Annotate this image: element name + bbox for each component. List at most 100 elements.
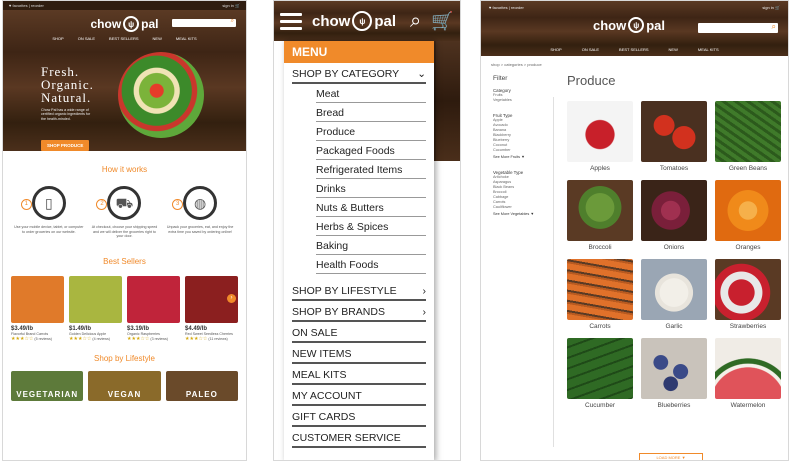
product-name[interactable]: Cucumber: [567, 402, 633, 409]
menu-category-item[interactable]: Packaged Foods: [316, 141, 426, 160]
see-more-fruits-button[interactable]: See More Fruits ▼: [493, 155, 553, 160]
product-image[interactable]: [641, 101, 707, 162]
lifestyle-card[interactable]: VEGETARIAN: [11, 370, 84, 401]
heart-icon[interactable]: ♥: [489, 5, 491, 10]
nav-new[interactable]: NEW: [669, 47, 678, 52]
search-input[interactable]: ⌕: [172, 18, 236, 27]
menu-category-item[interactable]: Produce: [316, 122, 426, 141]
product-name[interactable]: Garlic: [641, 323, 707, 330]
nav-on-sale[interactable]: ON SALE: [582, 47, 599, 52]
product-image[interactable]: [641, 338, 707, 399]
product-image[interactable]: [567, 259, 633, 320]
menu-customer-service[interactable]: CUSTOMER SERVICE: [292, 427, 426, 448]
favorites-link[interactable]: favorites: [493, 5, 508, 10]
product-card[interactable]: $3.19/lb Organic Raspberries ★★★☆☆ (3 revi…: [127, 275, 180, 342]
nav-new[interactable]: NEW: [153, 36, 162, 41]
product-tile[interactable]: Tomatoes: [641, 101, 707, 172]
search-icon[interactable]: ⌕: [231, 18, 234, 25]
product-name[interactable]: Apples: [567, 165, 633, 172]
hamburger-icon[interactable]: [280, 12, 302, 30]
product-name[interactable]: Onions: [641, 244, 707, 251]
menu-gift-cards[interactable]: GIFT CARDS: [292, 406, 426, 427]
product-tile[interactable]: Blueberries: [641, 338, 707, 409]
product-image[interactable]: [69, 275, 122, 323]
product-tile[interactable]: Cucumber: [567, 338, 633, 409]
reorder-link[interactable]: reorder: [31, 3, 44, 8]
product-name[interactable]: Broccoli: [567, 244, 633, 251]
nav-meal-kits[interactable]: MEAL KITS: [176, 36, 197, 41]
cart-icon[interactable]: 🛒: [431, 11, 453, 32]
product-image[interactable]: [715, 259, 781, 320]
favorites-link[interactable]: favorites: [13, 3, 28, 8]
product-name[interactable]: Green Beans: [715, 165, 781, 172]
search-icon[interactable]: ⌕: [772, 22, 776, 32]
filter-option[interactable]: Vegetables: [493, 98, 553, 103]
search-icon[interactable]: ⌕: [410, 10, 421, 33]
product-tile[interactable]: Garlic: [641, 259, 707, 330]
cart-icon[interactable]: 🛒: [775, 5, 780, 10]
logo[interactable]: chow ψ pal: [593, 17, 665, 33]
product-name[interactable]: Carrots: [567, 323, 633, 330]
product-tile[interactable]: Watermelon: [715, 338, 781, 409]
product-tile[interactable]: Green Beans: [715, 101, 781, 172]
menu-meal-kits[interactable]: MEAL KITS: [292, 364, 426, 385]
product-tile[interactable]: Broccoli: [567, 180, 633, 251]
nav-best-sellers[interactable]: BEST SELLERS: [619, 47, 649, 52]
menu-category-item[interactable]: Herbs & Spices: [316, 217, 426, 236]
product-tile[interactable]: Onions: [641, 180, 707, 251]
signin-link[interactable]: sign in: [762, 5, 774, 10]
menu-my-account[interactable]: MY ACCOUNT: [292, 385, 426, 406]
product-image[interactable]: [715, 180, 781, 241]
menu-category-item[interactable]: Nuts & Butters: [316, 198, 426, 217]
product-image[interactable]: [567, 338, 633, 399]
nav-on-sale[interactable]: ON SALE: [78, 36, 95, 41]
nav-shop[interactable]: SHOP: [550, 47, 561, 52]
cart-icon[interactable]: 🛒: [235, 3, 240, 8]
signin-link[interactable]: sign in: [222, 3, 234, 8]
product-image[interactable]: [715, 101, 781, 162]
product-name[interactable]: Watermelon: [715, 402, 781, 409]
product-name[interactable]: Oranges: [715, 244, 781, 251]
breadcrumb[interactable]: shop > categories > produce: [481, 56, 788, 73]
nav-meal-kits[interactable]: MEAL KITS: [698, 47, 719, 52]
menu-category-item[interactable]: Bread: [316, 103, 426, 122]
menu-category-item[interactable]: Drinks: [316, 179, 426, 198]
menu-category-item[interactable]: Health Foods: [316, 255, 426, 274]
product-tile[interactable]: Apples: [567, 101, 633, 172]
menu-shop-by-brands[interactable]: SHOP BY BRANDS ›: [292, 301, 426, 322]
search-input[interactable]: ⌕: [698, 22, 778, 33]
product-card[interactable]: $1.49/lb Golden Delicious Apple ★★★☆☆ (4 r…: [69, 275, 122, 342]
nav-best-sellers[interactable]: BEST SELLERS: [109, 36, 139, 41]
see-more-vegetables-button[interactable]: See More Vegetables ▼: [493, 212, 553, 217]
filter-option[interactable]: Cucumber: [493, 148, 553, 153]
product-image[interactable]: ›: [185, 275, 238, 323]
product-card[interactable]: › $4.49/lb Red Sweet Seedless Cherries ★★★☆…: [185, 275, 238, 342]
logo[interactable]: chow ψ pal: [312, 11, 396, 31]
product-name[interactable]: Tomatoes: [641, 165, 707, 172]
shop-produce-button[interactable]: SHOP PRODUCE: [41, 140, 90, 151]
product-name[interactable]: Blueberries: [641, 402, 707, 409]
menu-new-items[interactable]: NEW ITEMS: [292, 343, 426, 364]
menu-on-sale[interactable]: ON SALE: [292, 322, 426, 343]
lifestyle-card[interactable]: VEGAN: [88, 370, 161, 401]
menu-category-item[interactable]: Meat: [316, 84, 426, 103]
product-tile[interactable]: Carrots: [567, 259, 633, 330]
product-tile[interactable]: Oranges: [715, 180, 781, 251]
menu-shop-by-category[interactable]: SHOP BY CATEGORY ⌄: [292, 63, 426, 84]
menu-shop-by-lifestyle[interactable]: SHOP BY LIFESTYLE ›: [292, 280, 426, 301]
product-image[interactable]: [127, 275, 180, 323]
product-image[interactable]: [641, 259, 707, 320]
lifestyle-card[interactable]: PALEO: [165, 370, 238, 401]
chevron-right-icon[interactable]: ›: [227, 293, 236, 303]
product-image[interactable]: [641, 180, 707, 241]
logo[interactable]: chow ψ pal: [90, 16, 159, 32]
reorder-link[interactable]: reorder: [511, 5, 524, 10]
product-image[interactable]: [567, 101, 633, 162]
menu-category-item[interactable]: Baking: [316, 236, 426, 255]
product-card[interactable]: $3.49/lb Flavorful Brand Carrots ★★★☆☆ (5 …: [11, 275, 64, 342]
menu-category-item[interactable]: Refrigerated Items: [316, 160, 426, 179]
product-name[interactable]: Strawberries: [715, 323, 781, 330]
product-image[interactable]: [567, 180, 633, 241]
heart-icon[interactable]: ♥: [9, 3, 11, 8]
product-image[interactable]: [715, 338, 781, 399]
